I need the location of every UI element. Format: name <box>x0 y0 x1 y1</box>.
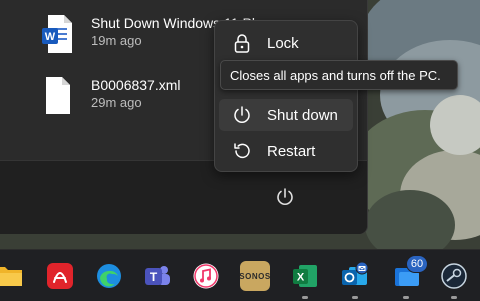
taskbar-mail[interactable]: 60 <box>392 255 428 291</box>
lock-label: Lock <box>267 34 299 52</box>
lock-icon <box>231 32 253 54</box>
running-indicator <box>403 296 409 299</box>
acrobat-icon <box>47 263 73 289</box>
svg-text:X: X <box>297 272 305 284</box>
taskbar-itunes[interactable] <box>191 261 221 291</box>
itunes-icon <box>193 263 219 289</box>
edge-icon <box>97 264 121 288</box>
power-button[interactable] <box>272 184 298 210</box>
taskbar-excel[interactable]: X <box>290 261 320 291</box>
shut-down-tooltip: Closes all apps and turns off the PC. <box>220 60 458 90</box>
taskbar-teams[interactable]: T <box>142 261 172 291</box>
taskbar-steam[interactable] <box>439 261 469 291</box>
taskbar-outlook[interactable] <box>340 261 370 291</box>
outlook-icon <box>342 261 369 285</box>
teams-icon: T <box>145 266 170 285</box>
power-icon <box>231 104 253 126</box>
shut-down-label: Shut down <box>267 106 338 124</box>
svg-text:W: W <box>45 31 56 43</box>
mail-badge: 60 <box>406 255 428 273</box>
sonos-icon: SONOS <box>239 271 271 281</box>
svg-text:T: T <box>150 270 158 284</box>
running-indicator <box>302 296 308 299</box>
taskbar-acrobat[interactable] <box>45 261 75 291</box>
shut-down-menu-item[interactable]: Shut down <box>219 99 353 131</box>
steam-icon <box>441 263 467 289</box>
xml-file-icon <box>42 76 74 116</box>
taskbar-edge[interactable] <box>94 261 124 291</box>
taskbar: T SONOS X 60 <box>0 249 480 301</box>
file-time: 29m ago <box>91 95 142 110</box>
power-icon <box>277 188 293 205</box>
power-menu: Lock Shut down Restart <box>214 20 358 172</box>
running-indicator <box>352 296 358 299</box>
excel-icon: X <box>293 265 317 287</box>
folder-icon <box>0 267 22 286</box>
recent-file-item[interactable]: B0006837.xml 29m ago <box>42 76 181 116</box>
restart-icon <box>231 140 253 162</box>
running-indicator <box>451 296 457 299</box>
restart-label: Restart <box>267 142 316 160</box>
file-name: B0006837.xml <box>91 77 181 93</box>
taskbar-sonos[interactable]: SONOS <box>239 261 271 291</box>
restart-menu-item[interactable]: Restart <box>219 135 353 167</box>
word-document-icon: W <box>42 14 74 54</box>
lock-menu-item[interactable]: Lock <box>219 27 353 59</box>
taskbar-file-explorer[interactable] <box>0 261 24 291</box>
